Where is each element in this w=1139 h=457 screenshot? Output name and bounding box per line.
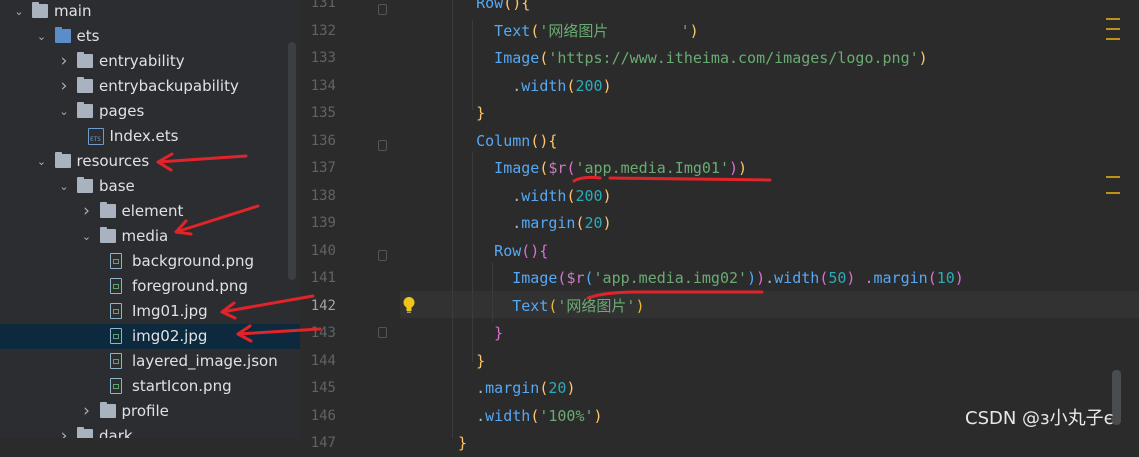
line-number: 135 [310, 105, 336, 121]
annotation-underline [572, 175, 772, 183]
line-number: 145 [310, 380, 336, 396]
line-number: 139 [310, 215, 336, 231]
line-number: 134 [310, 77, 336, 94]
annotation-arrow [174, 204, 260, 236]
line-number: 142 [310, 297, 336, 314]
line-number: 138 [310, 187, 336, 204]
fold-marker-icon[interactable] [378, 140, 387, 151]
line-number: 133 [310, 50, 336, 66]
fold-marker-icon[interactable] [378, 4, 387, 15]
fold-marker-icon[interactable] [378, 250, 387, 261]
line-number: 143 [310, 325, 336, 341]
annotation-overlay [156, 152, 772, 343]
line-number: 140 [310, 242, 336, 259]
annotation-underline [586, 290, 764, 300]
line-number: 144 [310, 352, 336, 369]
line-number: 146 [310, 407, 336, 424]
annotation-arrow [156, 152, 248, 172]
line-number: 147 [310, 435, 336, 451]
line-number: 131 [310, 0, 336, 11]
line-number: 141 [310, 270, 336, 286]
line-number: 137 [310, 160, 336, 176]
watermark: CSDN @з小丸子є [965, 408, 1114, 429]
line-number: 136 [310, 132, 336, 149]
fold-marker-icon[interactable] [378, 327, 387, 338]
line-number: 132 [310, 22, 336, 39]
